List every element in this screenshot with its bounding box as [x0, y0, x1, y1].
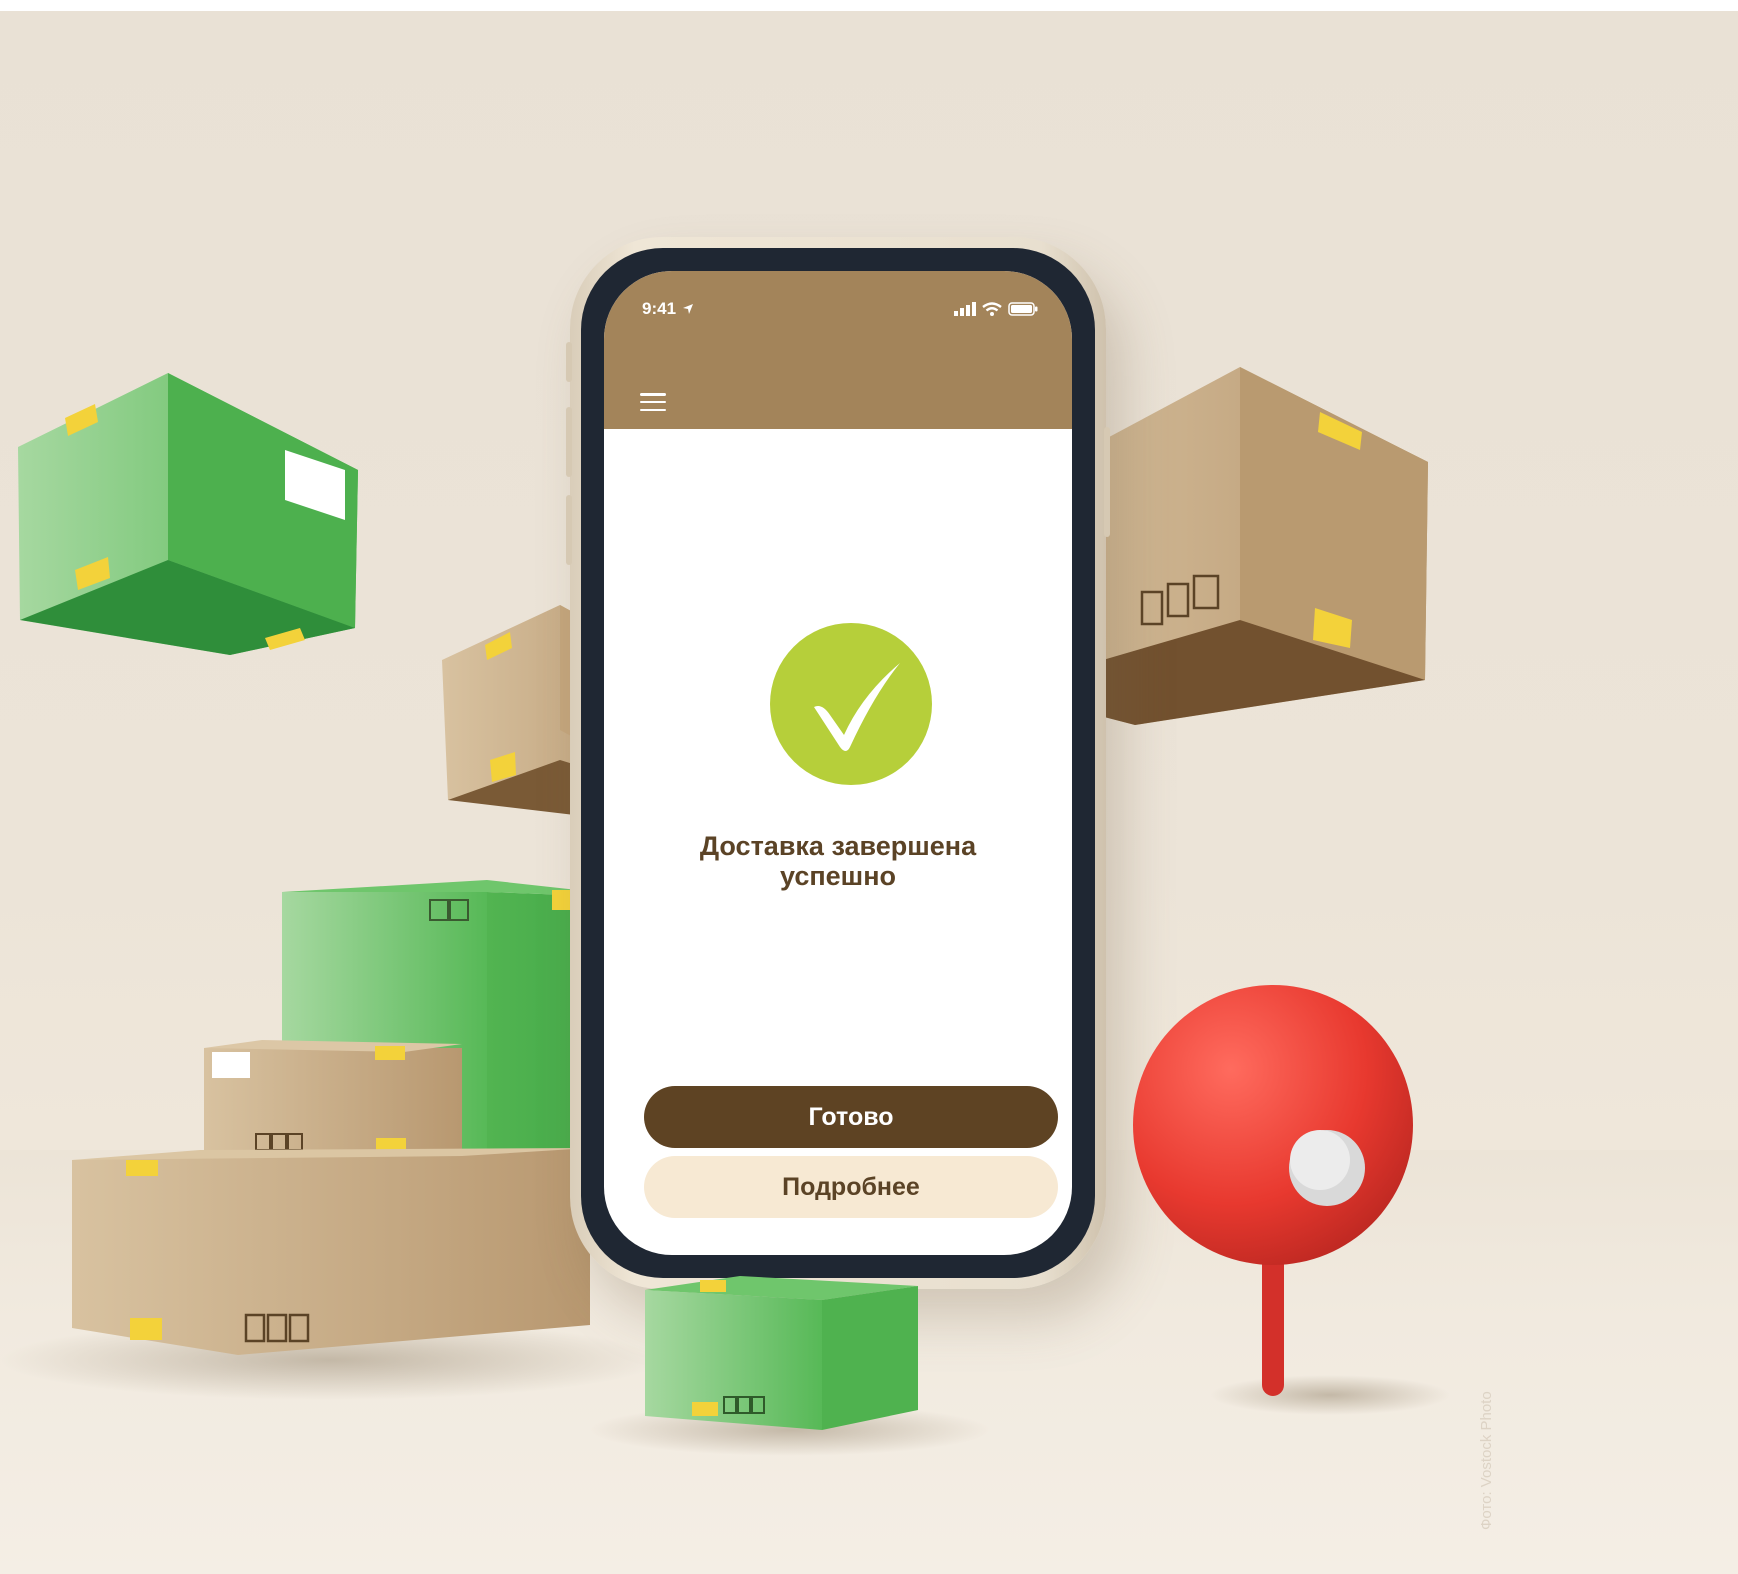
app-header: 9:41 [604, 271, 1072, 429]
smartphone: 9:41 Доставка завершена успешно Готово П… [566, 237, 1110, 1289]
details-button[interactable]: Подробнее [644, 1156, 1058, 1218]
phone-bezel: 9:41 Доставка завершена успешно Готово П… [581, 248, 1095, 1278]
cardboard-box-icon [72, 1148, 590, 1355]
success-message-line1: Доставка завершена [699, 831, 977, 861]
status-time: 9:41 [642, 299, 677, 318]
phone-power-button [1104, 427, 1110, 537]
signal-bars-icon [954, 302, 976, 316]
photo-credit: Фото: Vostock Photo [1478, 1391, 1495, 1530]
phone-volume-up-button [566, 407, 572, 477]
green-box-icon [18, 373, 358, 655]
success-message: Доставка завершена успешно [644, 831, 1032, 891]
phone-side-button [566, 342, 572, 382]
status-bar: 9:41 [642, 297, 1038, 321]
cardboard-box-icon [204, 1040, 462, 1156]
hamburger-menu-icon[interactable] [640, 393, 666, 411]
phone-volume-down-button [566, 495, 572, 565]
checkmark-icon [814, 663, 900, 751]
success-message-line2: успешно [780, 861, 896, 891]
location-arrow-icon [683, 304, 694, 314]
phone-screen: 9:41 Доставка завершена успешно Готово П… [604, 271, 1072, 1255]
battery-icon [1008, 302, 1038, 316]
done-button[interactable]: Готово [644, 1086, 1058, 1148]
success-check-circle [770, 623, 932, 785]
wifi-icon [982, 302, 1002, 316]
